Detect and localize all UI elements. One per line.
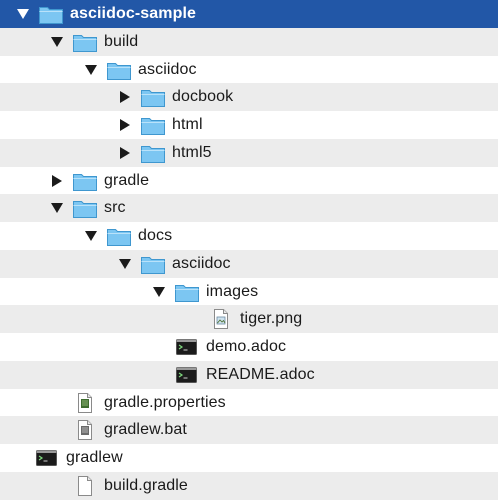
folder-icon xyxy=(174,281,200,303)
tree-item-label: docbook xyxy=(172,88,234,105)
tree-file-row[interactable]: gradlew xyxy=(0,444,498,472)
disclosure-collapsed-icon[interactable] xyxy=(118,146,132,160)
tree-item-label: demo.adoc xyxy=(206,338,287,355)
tree-item-label: tiger.png xyxy=(240,310,303,327)
tree-item-label: build xyxy=(104,33,139,50)
folder-icon xyxy=(140,114,166,136)
folder-icon xyxy=(72,170,98,192)
image-file-icon xyxy=(208,308,234,330)
terminal-file-icon xyxy=(174,364,200,386)
tree-file-row[interactable]: build.gradle xyxy=(0,472,498,500)
tree-folder-row[interactable]: html xyxy=(0,111,498,139)
file-tree: asciidoc-sample build asciidoc docbook html h… xyxy=(0,0,498,500)
tree-file-row[interactable]: README.adoc xyxy=(0,361,498,389)
tree-folder-row[interactable]: build xyxy=(0,28,498,56)
tree-item-label: docs xyxy=(138,227,173,244)
folder-icon xyxy=(38,3,64,25)
terminal-file-icon xyxy=(34,447,60,469)
disclosure-expanded-icon[interactable] xyxy=(50,201,64,215)
disclosure-expanded-icon[interactable] xyxy=(50,35,64,49)
tree-file-row[interactable]: gradlew.bat xyxy=(0,416,498,444)
tree-item-label: gradle.properties xyxy=(104,394,226,411)
folder-icon xyxy=(140,142,166,164)
tree-item-label: src xyxy=(104,199,126,216)
disclosure-collapsed-icon[interactable] xyxy=(118,90,132,104)
folder-icon xyxy=(72,31,98,53)
disclosure-expanded-icon[interactable] xyxy=(16,7,30,21)
tree-item-label: images xyxy=(206,283,259,300)
batch-file-icon xyxy=(72,419,98,441)
properties-file-icon xyxy=(72,392,98,414)
tree-folder-row[interactable]: asciidoc xyxy=(0,250,498,278)
disclosure-collapsed-icon[interactable] xyxy=(50,174,64,188)
disclosure-expanded-icon[interactable] xyxy=(84,63,98,77)
tree-folder-row[interactable]: images xyxy=(0,278,498,306)
tree-folder-row[interactable]: src xyxy=(0,194,498,222)
tree-item-label: asciidoc xyxy=(138,61,197,78)
folder-icon xyxy=(140,253,166,275)
tree-item-label: README.adoc xyxy=(206,366,315,383)
disclosure-expanded-icon[interactable] xyxy=(118,257,132,271)
tree-file-row[interactable]: tiger.png xyxy=(0,305,498,333)
tree-item-label: build.gradle xyxy=(104,477,188,494)
tree-item-label: html xyxy=(172,116,203,133)
terminal-file-icon xyxy=(174,336,200,358)
tree-item-label: asciidoc xyxy=(172,255,231,272)
tree-folder-row[interactable]: gradle xyxy=(0,167,498,195)
folder-icon xyxy=(140,86,166,108)
tree-item-label: gradlew xyxy=(66,449,123,466)
tree-folder-row[interactable]: docs xyxy=(0,222,498,250)
folder-icon xyxy=(106,59,132,81)
tree-file-row[interactable]: demo.adoc xyxy=(0,333,498,361)
disclosure-collapsed-icon[interactable] xyxy=(118,118,132,132)
folder-icon xyxy=(72,197,98,219)
disclosure-expanded-icon[interactable] xyxy=(84,229,98,243)
tree-file-row[interactable]: gradle.properties xyxy=(0,389,498,417)
tree-folder-row[interactable]: asciidoc xyxy=(0,56,498,84)
tree-item-label: gradlew.bat xyxy=(104,421,187,438)
tree-folder-row[interactable]: docbook xyxy=(0,83,498,111)
tree-folder-row[interactable]: asciidoc-sample xyxy=(0,0,498,28)
tree-item-label: html5 xyxy=(172,144,212,161)
document-file-icon xyxy=(72,475,98,497)
disclosure-expanded-icon[interactable] xyxy=(152,285,166,299)
tree-folder-row[interactable]: html5 xyxy=(0,139,498,167)
tree-item-label: asciidoc-sample xyxy=(70,5,196,22)
tree-item-label: gradle xyxy=(104,172,150,189)
folder-icon xyxy=(106,225,132,247)
